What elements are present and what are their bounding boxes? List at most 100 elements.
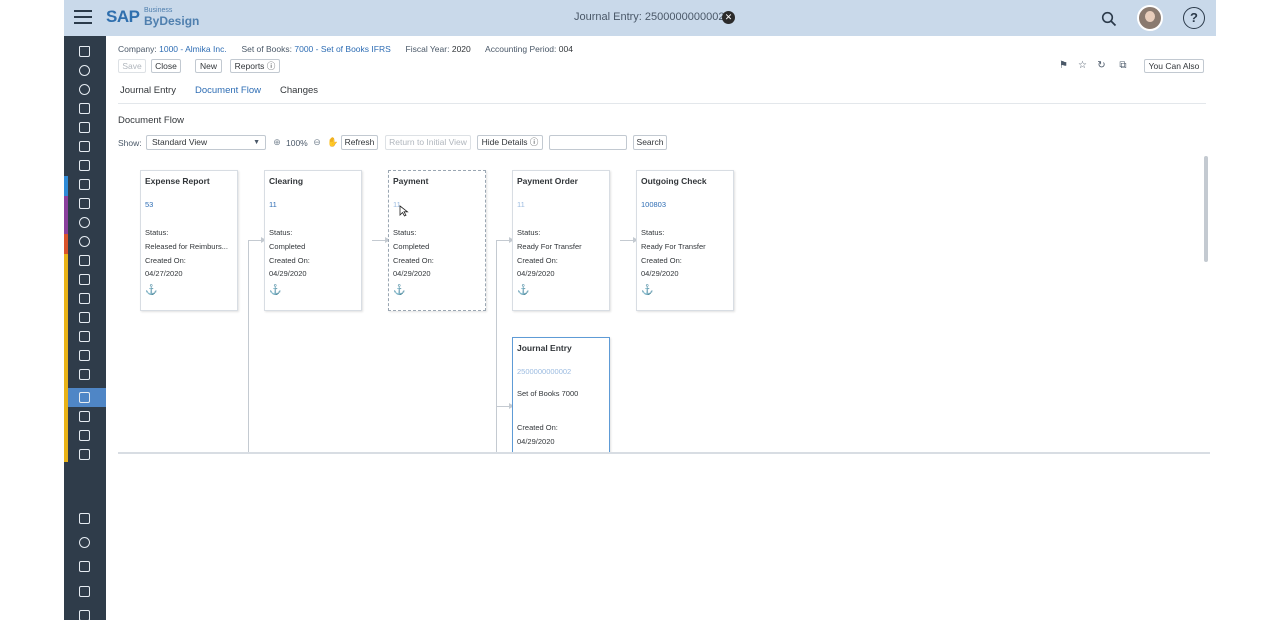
- flag-icon[interactable]: ⚑: [1058, 60, 1069, 71]
- sidebar-item-more[interactable]: [64, 606, 106, 620]
- node-created: 04/27/2020: [145, 269, 183, 278]
- node-status-label: Status:: [269, 228, 293, 237]
- sidebar-accent-red: [64, 234, 68, 254]
- node-title: Outgoing Check: [641, 176, 707, 186]
- flow-node-payment[interactable]: Payment 11 Status: Completed Created On:…: [388, 170, 486, 311]
- sidebar-item-bank[interactable]: [64, 308, 106, 327]
- sidebar-item-finance[interactable]: [64, 426, 106, 445]
- print-icon: [79, 449, 90, 460]
- document-flow-canvas[interactable]: Expense Report 53 Status: Released for R…: [118, 154, 1210, 454]
- sidebar-item-ledger[interactable]: [64, 407, 106, 426]
- sidebar-item-list[interactable]: [64, 365, 106, 384]
- cart-icon: [79, 255, 90, 266]
- anchor-icon[interactable]: ⚓: [145, 286, 157, 296]
- node-title: Expense Report: [145, 176, 210, 186]
- node-number-link[interactable]: 11: [269, 200, 277, 209]
- sidebar-item-chart[interactable]: [64, 289, 106, 308]
- sidebar-item-calendar[interactable]: [64, 175, 106, 194]
- sidebar-item-share[interactable]: [64, 232, 106, 251]
- node-number-link[interactable]: 53: [145, 200, 153, 209]
- search-icon[interactable]: [1101, 11, 1117, 27]
- flow-node-expense-report[interactable]: Expense Report 53 Status: Released for R…: [140, 170, 238, 311]
- close-button[interactable]: Close: [151, 59, 181, 73]
- sidebar-item-home[interactable]: [64, 42, 106, 61]
- set-of-books-link[interactable]: 7000 - Set of Books IFRS: [294, 44, 390, 54]
- sidebar-item-flag[interactable]: [64, 557, 106, 576]
- info-icon: ⓘ: [529, 137, 539, 147]
- new-button[interactable]: New: [195, 59, 222, 73]
- node-number-link[interactable]: 100803: [641, 200, 666, 209]
- sap-logo: SAP Business ByDesign: [106, 7, 199, 29]
- sidebar-item-chat[interactable]: [64, 99, 106, 118]
- fiscal-year-value: 2020: [451, 44, 471, 54]
- sidebar-item-tag[interactable]: [64, 327, 106, 346]
- save-button[interactable]: Save: [118, 59, 146, 73]
- menu-icon[interactable]: [74, 10, 92, 26]
- tag-icon: [79, 331, 90, 342]
- hide-details-label: Hide Details: [481, 137, 528, 147]
- flow-node-outgoing-check[interactable]: Outgoing Check 100803 Status: Ready For …: [636, 170, 734, 311]
- sidebar-item-circle[interactable]: [64, 80, 106, 99]
- search-button[interactable]: Search: [633, 135, 667, 150]
- shell-bar: SAP Business ByDesign Journal Entry: 250…: [64, 0, 1216, 36]
- view-select[interactable]: Standard View ▼: [146, 135, 266, 150]
- sidebar-item-refresh[interactable]: [64, 61, 106, 80]
- avatar[interactable]: [1137, 5, 1163, 31]
- node-title: Journal Entry: [517, 343, 572, 353]
- section-title: Document Flow: [118, 115, 184, 126]
- refresh-button[interactable]: Refresh: [341, 135, 378, 150]
- node-created: 04/29/2020: [517, 269, 555, 278]
- export-icon[interactable]: ⧉: [1116, 60, 1130, 71]
- sidebar-item-report[interactable]: [64, 346, 106, 365]
- sidebar-item-network[interactable]: [64, 213, 106, 232]
- sidebar-item-cube[interactable]: [64, 137, 106, 156]
- return-initial-view-button[interactable]: Return to Initial View: [385, 135, 471, 150]
- tab-changes[interactable]: Changes: [280, 85, 318, 96]
- anchor-icon[interactable]: ⚓: [641, 286, 653, 296]
- zoom-in-icon[interactable]: ⊕: [272, 137, 282, 147]
- fiscal-year-label: Fiscal Year:: [405, 44, 450, 54]
- sidebar-item-cart[interactable]: [64, 251, 106, 270]
- sidebar-item-journal[interactable]: [64, 388, 106, 407]
- tab-divider: [118, 103, 1206, 104]
- help-icon[interactable]: ?: [1183, 7, 1205, 29]
- zoom-out-icon[interactable]: ⊖: [312, 137, 322, 147]
- sidebar-item-edit[interactable]: [64, 194, 106, 213]
- reports-label: Reports: [234, 61, 265, 71]
- company-link[interactable]: 1000 - Almika Inc.: [159, 44, 227, 54]
- anchor-icon[interactable]: ⚓: [517, 286, 529, 296]
- node-number-link[interactable]: 2500000000002: [517, 367, 571, 376]
- sidebar-item-favorites[interactable]: [64, 582, 106, 601]
- tab-document-flow[interactable]: Document Flow: [195, 85, 261, 96]
- node-created: 04/29/2020: [393, 269, 431, 278]
- sidebar-item-print[interactable]: [64, 445, 106, 464]
- vertical-scrollbar[interactable]: [1204, 156, 1208, 262]
- you-can-also-button[interactable]: You Can Also: [1144, 59, 1204, 73]
- search-input[interactable]: [549, 135, 627, 150]
- circle-icon: [79, 84, 90, 95]
- node-status: Completed: [393, 242, 430, 251]
- hide-details-button[interactable]: Hide Details ⓘ: [477, 135, 543, 150]
- outer-margin: [1216, 0, 1280, 620]
- flow-node-journal-entry[interactable]: Journal Entry 2500000000002 Set of Books…: [512, 337, 610, 452]
- sidebar-item-recent[interactable]: [64, 533, 106, 552]
- info-icon: ⓘ: [266, 61, 276, 71]
- refresh-icon[interactable]: ↻: [1096, 60, 1107, 71]
- tab-journal-entry[interactable]: Journal Entry: [120, 85, 176, 96]
- sidebar-item-worklist[interactable]: [64, 509, 106, 528]
- anchor-icon[interactable]: ⚓: [269, 286, 281, 296]
- sidebar-item-people[interactable]: [64, 118, 106, 137]
- sidebar-item-bag[interactable]: [64, 270, 106, 289]
- reports-button[interactable]: Reports ⓘ: [230, 59, 280, 73]
- node-number-link[interactable]: 11: [517, 200, 525, 209]
- anchor-icon[interactable]: ⚓: [393, 286, 405, 296]
- connector: [496, 240, 497, 452]
- node-created-label: Created On:: [641, 256, 682, 265]
- pan-hand-icon[interactable]: ✋: [327, 137, 338, 147]
- home-icon: [79, 46, 90, 57]
- close-icon[interactable]: ✕: [722, 11, 735, 24]
- star-icon[interactable]: ☆: [1077, 60, 1088, 71]
- flow-node-clearing[interactable]: Clearing 11 Status: Completed Created On…: [264, 170, 362, 311]
- flow-node-payment-order[interactable]: Payment Order 11 Status: Ready For Trans…: [512, 170, 610, 311]
- sidebar-item-documents[interactable]: [64, 156, 106, 175]
